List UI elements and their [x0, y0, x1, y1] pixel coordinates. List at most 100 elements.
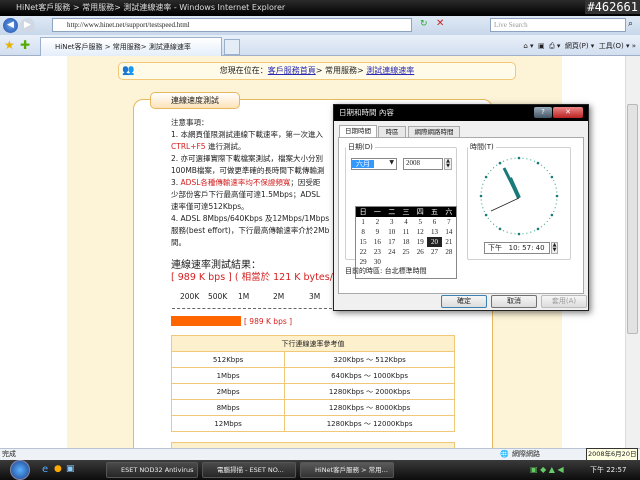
note-line: 間。 [171, 238, 186, 247]
calendar-day[interactable]: 1 [356, 217, 370, 227]
clock-tick [555, 187, 557, 189]
back-button[interactable]: ◀ [3, 18, 18, 33]
clock-tick [555, 194, 559, 198]
hour-hand [508, 177, 521, 199]
tab-active[interactable]: HiNet客戶服務 > 常用服務> 測試連線速率 [40, 37, 222, 56]
calendar-day[interactable]: 23 [370, 247, 384, 257]
stop-icon[interactable]: ✕ [436, 18, 444, 29]
year-input[interactable]: 2008 [403, 158, 443, 170]
url-input[interactable]: http://www.hinet.net/support/testspeed.h… [52, 18, 412, 32]
show-desktop-icon[interactable]: ▣ [66, 464, 75, 474]
calendar-day[interactable]: 11 [399, 227, 413, 237]
help-button[interactable]: ? [534, 107, 552, 118]
calendar-day[interactable]: 22 [356, 247, 370, 257]
clock-tick [506, 159, 508, 161]
reference-table: 下行連線速率參考值 512Kbps 320Kbps ～ 512Kbps 1Mbps… [170, 335, 455, 432]
calendar-day[interactable]: 16 [370, 237, 384, 247]
calendar-day[interactable]: 14 [442, 227, 456, 237]
clock-tick [487, 173, 489, 175]
time-spinner[interactable]: ▲ ▼ [551, 242, 558, 254]
print-icon[interactable]: ⎙ ▾ [549, 42, 560, 50]
calendar-day[interactable]: 5 [413, 217, 427, 227]
month-select[interactable]: 六月 ▼ [351, 158, 397, 170]
calendar-day[interactable]: 4 [399, 217, 413, 227]
calendar-day[interactable]: 20 [427, 237, 442, 247]
feeds-icon[interactable]: ▣ [538, 42, 545, 50]
weekday-header: 日 [356, 207, 371, 217]
search-icon[interactable]: ⌕ [628, 19, 633, 29]
apply-button[interactable]: 套用(A) [541, 295, 587, 308]
time-input[interactable]: 下午 10: 57: 40 [484, 242, 550, 254]
time-label: 時間(T) [470, 143, 494, 151]
clock-tick [533, 230, 536, 232]
calendar-day[interactable]: 2 [370, 217, 384, 227]
calendar-day[interactable]: 12 [413, 227, 427, 237]
note-line: 2. 亦可選擇實際下載檔案測試，檔案大小分別 [171, 154, 324, 163]
clock-tick [496, 226, 498, 228]
table-cell: 1280Kbps ～ 12000Kbps [284, 415, 455, 432]
scrollbar-thumb[interactable] [627, 104, 638, 334]
taskbar-item[interactable]: HiNet客戶服務 > 常用... [300, 462, 394, 478]
breadcrumb-home-link[interactable]: 客戶服務首頁 [268, 66, 316, 75]
search-input[interactable]: Live Search [490, 18, 626, 32]
calendar-day[interactable]: 6 [427, 217, 441, 227]
calendar-day[interactable]: 18 [399, 237, 413, 247]
calendar-day[interactable]: 19 [413, 237, 427, 247]
weekday-header: 四 [413, 207, 428, 217]
clock-tick [536, 161, 540, 165]
clock-tick [522, 233, 524, 235]
tools-menu[interactable]: 工具(O) [599, 42, 624, 50]
notes-heading: 注意事項： [171, 118, 209, 127]
page-menu[interactable]: 網頁(P) [565, 42, 589, 50]
breadcrumb-current-link[interactable]: 測試連線速率 [366, 66, 414, 75]
table-cell: 2Mbps [170, 383, 286, 400]
clock-tick [510, 232, 512, 234]
scale-label: 200K [180, 292, 200, 301]
calendar-day[interactable]: 13 [427, 227, 441, 237]
close-button[interactable]: ✕ [553, 107, 583, 118]
clock[interactable]: 下午 22:57 [590, 465, 626, 475]
tray-icons[interactable]: ▣ ◆ ▲ ◀ [530, 465, 564, 474]
new-tab-button[interactable] [224, 39, 240, 55]
weekday-header: 二 [384, 207, 399, 217]
favorites-star-icon[interactable]: ★ [4, 38, 15, 52]
calendar-day[interactable]: 3 [385, 217, 399, 227]
ie-quicklaunch-icon[interactable]: e [42, 464, 48, 475]
calendar-day[interactable]: 24 [385, 247, 399, 257]
refresh-icon[interactable]: ↻ [420, 19, 428, 29]
clock-tick [482, 183, 484, 185]
quicklaunch-icon[interactable]: ● [54, 464, 62, 474]
weekday-header: 五 [427, 207, 442, 217]
section-title: 連線速度測試 [150, 92, 240, 109]
calendar-day[interactable]: 15 [356, 237, 370, 247]
table-cell: 640Kbps ～ 1000Kbps [284, 367, 455, 384]
clock-tick [533, 160, 536, 162]
calendar-day[interactable]: 17 [385, 237, 399, 247]
note-line: 3. [171, 178, 181, 187]
clock-tick [530, 231, 532, 233]
ok-button[interactable]: 確定 [441, 295, 487, 308]
calendar-day[interactable]: 27 [427, 247, 441, 257]
cancel-button[interactable]: 取消 [491, 295, 537, 308]
calendar-day[interactable]: 10 [385, 227, 399, 237]
taskbar-item[interactable]: ESET NOD32 Antivirus [106, 462, 198, 478]
calendar-day [442, 257, 456, 267]
calendar-day[interactable]: 9 [370, 227, 384, 237]
start-button[interactable] [10, 460, 30, 480]
forward-button[interactable]: ▶ [20, 18, 35, 33]
calendar-day[interactable]: 21 [442, 237, 456, 247]
clock-tick [483, 210, 485, 213]
tab-page: 日期(D) 六月 ▼ 2008 ▲ ▼ 日一二三四五六 1 2 3 4 5 6 7 8 9 10 11 12… [338, 137, 584, 294]
home-icon[interactable]: ⌂ ▾ [523, 42, 533, 50]
calendar-day[interactable]: 25 [399, 247, 413, 257]
calendar-day[interactable]: 28 [442, 247, 456, 257]
clock-tick [540, 164, 542, 166]
calendar-day[interactable]: 8 [356, 227, 370, 237]
weekday-header: 六 [441, 207, 456, 217]
clock-tick [549, 217, 551, 219]
add-favorites-icon[interactable]: ✚ [20, 38, 30, 52]
calendar-day[interactable]: 7 [442, 217, 456, 227]
calendar-day[interactable]: 26 [413, 247, 427, 257]
year-spinner[interactable]: ▲ ▼ [444, 158, 452, 170]
taskbar-item[interactable]: 電腦掃描 - ESET NO... [202, 462, 296, 478]
